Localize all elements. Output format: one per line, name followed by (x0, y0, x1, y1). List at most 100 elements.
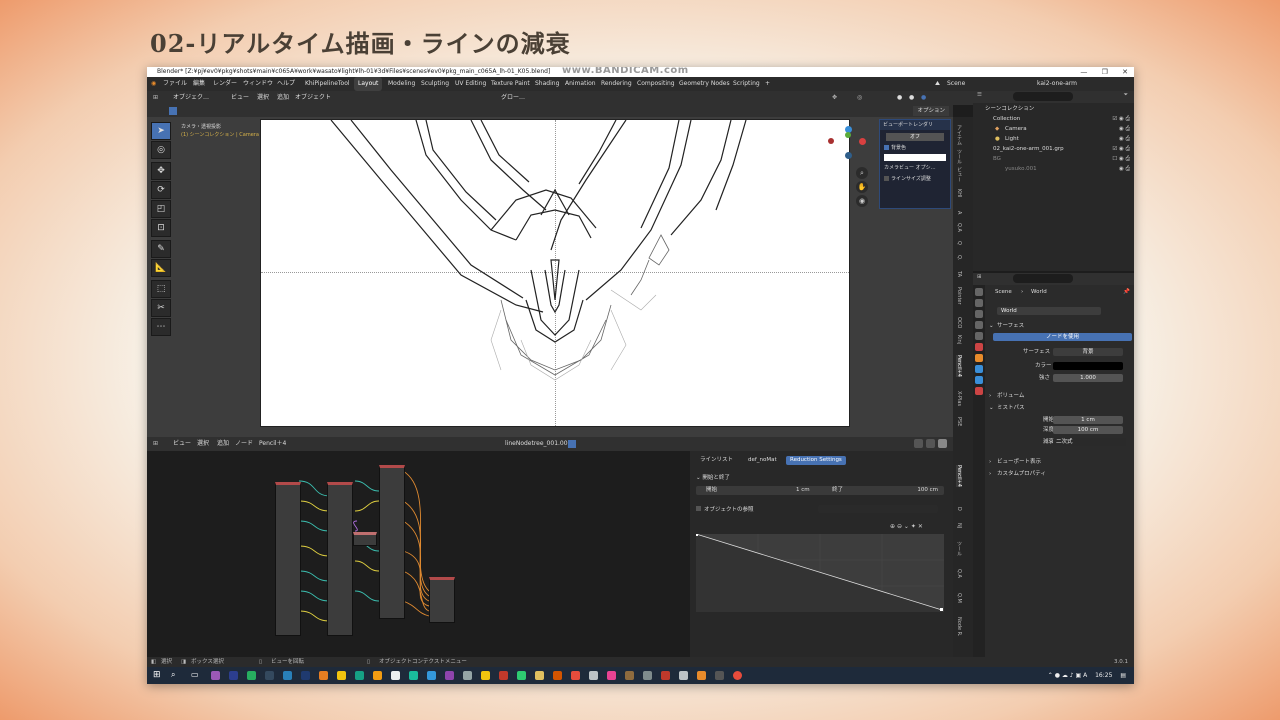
properties-editor-icon[interactable]: ⊞ (977, 274, 982, 280)
tab-texture-paint[interactable]: Texture Paint (487, 77, 534, 91)
sidebar-tab-item[interactable]: アイテム (956, 125, 963, 145)
scale-tool-icon[interactable]: ◰ (151, 200, 171, 218)
app-icon[interactable] (661, 671, 670, 680)
shading-rendered-icon[interactable]: ● (921, 91, 926, 105)
sidebar-tab-nj[interactable]: NJ (956, 523, 962, 528)
zoom-in-icon[interactable]: ⊕ (890, 523, 895, 530)
app-icon[interactable] (517, 671, 526, 680)
menu-edit[interactable]: 編集 (193, 77, 205, 91)
view-layer-tab-icon[interactable] (975, 321, 983, 329)
app-icon[interactable] (265, 671, 274, 680)
transform-tool-icon[interactable]: ⊡ (151, 219, 171, 237)
node-column-2[interactable] (327, 482, 353, 636)
gizmo-neg-x-icon[interactable] (828, 138, 834, 144)
reduction-start-field[interactable]: 1 cm (796, 486, 810, 495)
sidebar-tab-khi[interactable]: KHI (956, 189, 962, 198)
sidebar-tab-pencil4-node[interactable]: Pencil+4 (956, 465, 962, 487)
output-tab-icon[interactable] (975, 310, 983, 318)
outliner-row[interactable]: ◆ Camera ◉ ⎙ (973, 124, 1134, 134)
world-tab-icon[interactable] (975, 343, 983, 351)
bandicam-icon[interactable] (733, 671, 742, 680)
app-icon[interactable] (247, 671, 256, 680)
outliner-row[interactable]: Collection ☑ ◉ ⎙ (973, 114, 1134, 124)
tab-scripting[interactable]: Scripting (729, 77, 764, 91)
falloff-dropdown[interactable]: 二次式 (1053, 438, 1126, 446)
outliner-row[interactable]: 02_kai2-one-arm_001.grp ☑ ◉ ⎙ (973, 144, 1134, 154)
options-dropdown[interactable]: オプション (913, 106, 949, 116)
texture-tab-icon[interactable] (975, 387, 983, 395)
app-icon[interactable] (535, 671, 544, 680)
surface-section[interactable]: ⌄ サーフェス (987, 321, 1132, 331)
outliner-row[interactable]: BG ☐ ◉ ⎙ (973, 154, 1134, 164)
mist-start-field[interactable]: 1 cm (1053, 416, 1123, 424)
ne-menu-node[interactable]: ノード (235, 437, 253, 451)
sidebar-tab-kinj[interactable]: Kinj (956, 335, 962, 344)
app-icon[interactable] (715, 671, 724, 680)
mist-section[interactable]: ⌄ ミストパス (987, 403, 1132, 413)
app-icon[interactable] (319, 671, 328, 680)
app-icon[interactable] (643, 671, 652, 680)
render-icon[interactable] (914, 439, 923, 448)
tab-uv-editing[interactable]: UV Editing (451, 77, 490, 91)
sidebar-tab-xplas[interactable]: X-Plas (956, 391, 962, 406)
bg-color-checkbox[interactable]: 背景色 (880, 144, 950, 152)
sidebar-tab-oco[interactable]: OCO (956, 317, 962, 328)
surface-value-field[interactable]: 背景 (1053, 348, 1123, 356)
minimize-button[interactable]: — (1080, 68, 1087, 76)
use-nodes-button[interactable]: ノードを使用 (993, 333, 1132, 341)
node-column-1[interactable] (275, 482, 301, 636)
reroute-node[interactable] (353, 532, 377, 546)
clock[interactable]: 16:25 (1095, 672, 1112, 679)
node-editor[interactable]: ⊞ ビュー 選択 追加 ノード Pencil＋4 lineNodetree_00… (147, 437, 690, 657)
sidebar-tab-tool2[interactable]: ツール (956, 541, 963, 556)
tray-icons[interactable]: ⌃ ● ☁ ♪ ▣ (1048, 672, 1083, 679)
outliner-row[interactable]: ● Light ◉ ⎙ (973, 134, 1134, 144)
pin-icon[interactable]: 📌 (1123, 287, 1130, 297)
tab-layout[interactable]: Layout (354, 77, 383, 91)
app-icon[interactable] (625, 671, 634, 680)
maximize-icon[interactable] (938, 439, 947, 448)
breadcrumb-scene[interactable]: Scene (995, 287, 1012, 297)
gizmo-toggle-icon[interactable]: ✥ (832, 91, 837, 105)
menu-select[interactable]: 選択 (257, 91, 269, 105)
start-end-section[interactable]: ⌄ 開始と終了 (696, 473, 730, 481)
mode-select[interactable]: オブジェク… (173, 91, 209, 105)
3d-viewport[interactable]: カメラ・透視投影 (1) シーンコレクション | Camera ➤ ◎ ✥ ⟳ … (147, 117, 953, 437)
app-icon[interactable] (211, 671, 220, 680)
render-off-button[interactable]: オフ (886, 133, 944, 141)
tab-compositing[interactable]: Compositing (633, 77, 679, 91)
app-icon[interactable] (553, 671, 562, 680)
tab-reduction-settings[interactable]: Reduction Settings (786, 456, 846, 465)
app-icon[interactable] (679, 671, 688, 680)
object-ref-field[interactable] (818, 505, 938, 513)
outliner-row[interactable]: yusuko.001 ◉ ⎙ (973, 164, 1134, 174)
tab-modeling[interactable]: Modeling (384, 77, 419, 91)
custom-props-section[interactable]: › カスタムプロパティ (987, 469, 1132, 479)
tab-rendering[interactable]: Rendering (597, 77, 636, 91)
menu-object[interactable]: オブジェクト (295, 91, 331, 105)
ne-menu-view[interactable]: ビュー (173, 437, 191, 451)
menu-help[interactable]: ヘルプ (277, 77, 295, 91)
search-icon[interactable]: ⌕ (171, 670, 175, 680)
editor-type-icon[interactable]: ⊞ (153, 91, 158, 105)
menu-render[interactable]: レンダー (213, 77, 237, 91)
sidebar-tab-qa2[interactable]: Q.A (956, 569, 962, 578)
outliner-search-input[interactable] (1013, 92, 1073, 101)
properties-search-input[interactable] (1013, 274, 1073, 283)
camera-render-area[interactable] (260, 119, 850, 427)
visibility-icons[interactable]: ◉ ⎙ (1119, 164, 1130, 174)
lasso-tool-icon[interactable]: ⋯ (151, 318, 171, 336)
sidebar-tab-pse[interactable]: PSE (956, 417, 962, 426)
tab-geometry-nodes[interactable]: Geometry Nodes (675, 77, 734, 91)
menu-add[interactable]: 追加 (277, 91, 289, 105)
app-icon[interactable] (607, 671, 616, 680)
sidebar-tab-node-r[interactable]: Node R. (956, 617, 962, 637)
sidebar-tab-d[interactable]: D (956, 507, 962, 511)
viewport-display-section[interactable]: › ビューポート表示 (987, 457, 1132, 467)
output-node[interactable] (429, 577, 455, 623)
app-icon[interactable] (337, 671, 346, 680)
line-size-checkbox[interactable]: ラインサイズ調整 (880, 175, 950, 183)
menu-file[interactable]: ファイル (163, 77, 187, 91)
camera-view-icon[interactable]: ◉ (856, 195, 868, 207)
visibility-icons[interactable]: ◉ ⎙ (1119, 134, 1130, 144)
